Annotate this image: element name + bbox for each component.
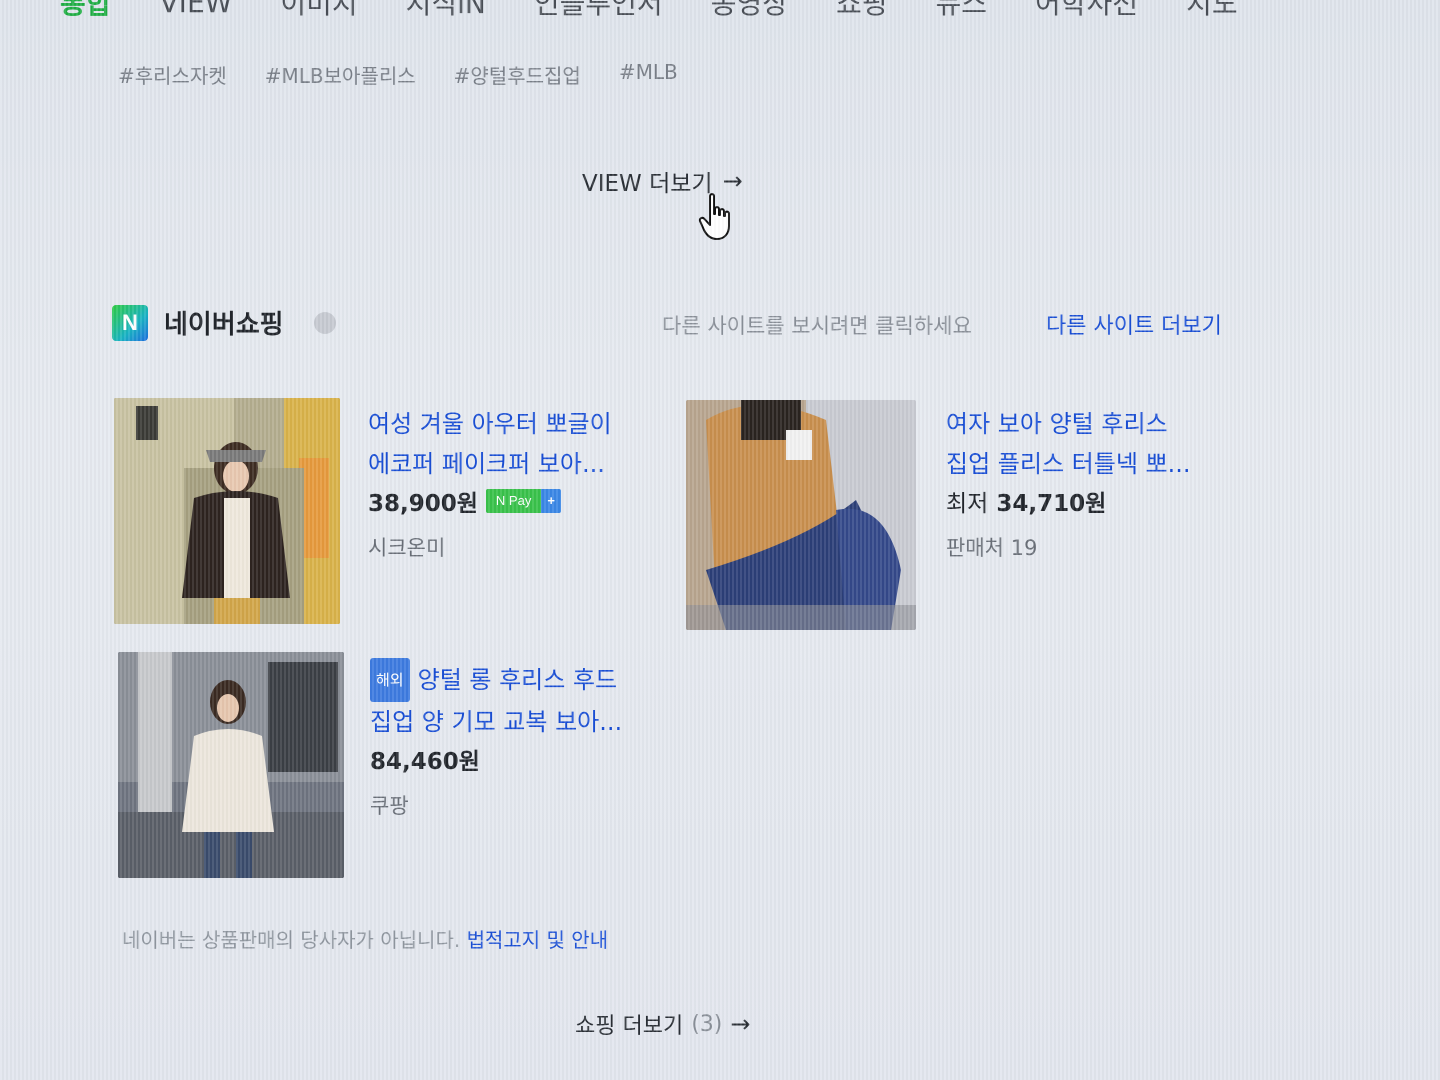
- npay-plus-icon: +: [541, 489, 561, 513]
- legal-notice-link[interactable]: 법적고지 및 안내: [467, 928, 609, 952]
- other-sites-hint: 다른 사이트를 보시려면 클릭하세요: [662, 314, 972, 338]
- shopping-section-header: N 네이버쇼핑 다른 사이트를 보시려면 클릭하세요 다른 사이트 더보기: [110, 302, 1250, 342]
- npay-badge-label: N Pay: [485, 489, 542, 513]
- product-title[interactable]: 여성 겨울 아우터 뽀글이 에코퍼 페이크퍼 보아...: [368, 404, 668, 484]
- page: 통합 VIEW 이미지 지식iN 인플루언서 동영상 쇼핑 뉴스 어학사전 지도…: [0, 0, 1440, 1080]
- tab-images[interactable]: 이미지: [280, 0, 357, 22]
- tag-link[interactable]: #후리스자켓: [118, 60, 227, 89]
- related-tags: #후리스자켓 #MLB보아플리스 #양털후드집업 #MLB: [118, 60, 678, 89]
- tab-view[interactable]: VIEW: [160, 0, 233, 19]
- tab-news[interactable]: 뉴스: [935, 0, 987, 22]
- hand-cursor-icon: [698, 193, 730, 240]
- product-store[interactable]: 쿠팡: [370, 790, 670, 820]
- product-title-line: 양털 롱 후리스 후드: [417, 666, 618, 694]
- product-store[interactable]: 시크온미: [368, 532, 668, 562]
- tab-integrated[interactable]: 통합: [60, 0, 112, 22]
- shopping-more-link[interactable]: 쇼핑 더보기 (3) →: [575, 1008, 750, 1040]
- tab-knowledge-in[interactable]: 지식iN: [406, 0, 486, 22]
- disclaimer-text: 네이버는 상품판매의 당사자가 아닙니다.: [122, 928, 467, 952]
- tab-map[interactable]: 지도: [1186, 0, 1238, 22]
- tag-link[interactable]: #양털후드집업: [454, 60, 581, 89]
- product-price-row: 최저 34,710원: [946, 484, 1246, 518]
- product-seller-count[interactable]: 판매처 19: [946, 532, 1246, 562]
- npay-plus-badge: N Pay +: [485, 489, 561, 513]
- product-image[interactable]: [686, 400, 916, 630]
- info-icon[interactable]: [314, 312, 336, 334]
- naver-shopping-logo: N: [112, 305, 148, 341]
- arrow-right-icon: →: [722, 167, 743, 195]
- tab-influencer-label: 인플루언서: [533, 0, 663, 20]
- tag-link[interactable]: #MLB: [619, 60, 678, 89]
- tab-dictionary[interactable]: 어학사전: [1035, 0, 1138, 22]
- other-sites-link[interactable]: 다른 사이트 더보기: [1046, 308, 1222, 340]
- product-title-line: 여성 겨울 아우터 뽀글이: [368, 410, 612, 438]
- overseas-badge: 해외: [370, 658, 410, 702]
- product-price-row: 38,900원 N Pay +: [368, 484, 668, 518]
- product-image[interactable]: [114, 398, 340, 624]
- product-title[interactable]: 여자 보아 양털 후리스 집업 플리스 터틀넥 뽀...: [946, 404, 1246, 484]
- product-title-line: 에코퍼 페이크퍼 보아...: [368, 450, 605, 478]
- section-title: 네이버쇼핑: [164, 310, 284, 340]
- search-tabs: 통합 VIEW 이미지 지식iN 인플루언서 동영상 쇼핑 뉴스 어학사전 지도: [60, 0, 1340, 22]
- arrow-right-icon: →: [730, 1010, 751, 1038]
- product-title-line: 집업 양 기모 교복 보아...: [370, 708, 623, 736]
- product-title-line: 집업 플리스 터틀넥 뽀...: [946, 450, 1191, 478]
- product-title-line: 여자 보아 양털 후리스: [946, 410, 1168, 438]
- product-price-row: 84,460원: [370, 742, 670, 776]
- shopping-more-count: (3): [691, 1011, 723, 1037]
- product-price: 38,900원: [368, 491, 478, 517]
- tag-link[interactable]: #MLB보아플리스: [265, 60, 416, 89]
- product-price: 34,710원: [996, 491, 1107, 517]
- tab-shopping[interactable]: 쇼핑: [836, 0, 888, 22]
- tab-influencer[interactable]: 인플루언서: [534, 0, 663, 22]
- legal-disclaimer: 네이버는 상품판매의 당사자가 아닙니다. 법적고지 및 안내: [122, 924, 608, 953]
- tab-video[interactable]: 동영상: [711, 0, 788, 22]
- product-image[interactable]: [118, 652, 344, 878]
- product-price: 84,460원: [370, 749, 480, 775]
- shopping-more-label: 쇼핑 더보기: [575, 1014, 684, 1039]
- product-title[interactable]: 해외 양털 롱 후리스 후드 집업 양 기모 교복 보아...: [370, 658, 670, 742]
- lowest-price-label: 최저: [946, 491, 989, 517]
- view-more-label: VIEW 더보기: [582, 171, 713, 197]
